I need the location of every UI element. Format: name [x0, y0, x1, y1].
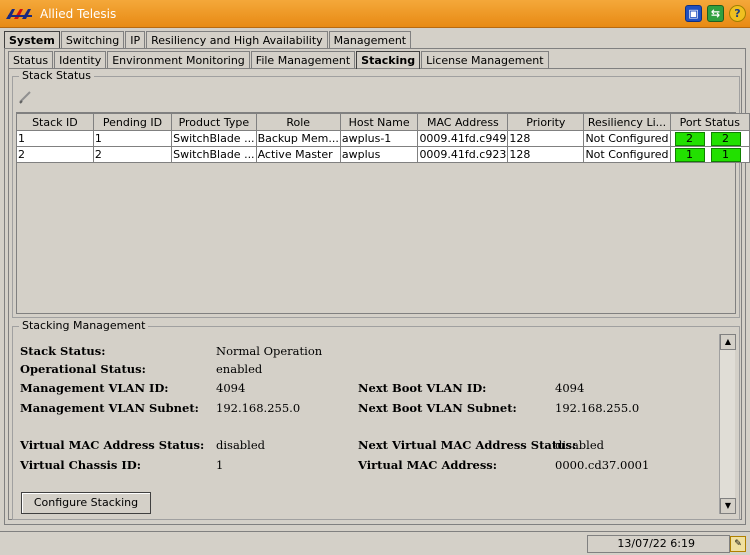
column-header[interactable]: Port Status: [669, 113, 750, 131]
cell-pending-id: 2: [92, 146, 173, 163]
next-boot-vlan-id-label: Next Boot VLAN ID:: [358, 381, 487, 395]
next-boot-vlan-subnet-value: 192.168.255.0: [555, 401, 640, 415]
configure-stacking-button[interactable]: Configure Stacking: [21, 492, 151, 514]
tab-stacking[interactable]: Stacking: [356, 51, 421, 69]
vmac-status-value: disabled: [216, 438, 266, 452]
mgmt-vlan-subnet-value: 192.168.255.0: [216, 401, 301, 415]
stack-table: Stack ID Pending ID Product Type Role Ho…: [16, 113, 750, 163]
column-header[interactable]: Product Type: [171, 113, 257, 131]
tab-file-management[interactable]: File Management: [250, 51, 356, 69]
table-header-row: Stack ID Pending ID Product Type Role Ho…: [16, 113, 750, 131]
tab-system[interactable]: System: [4, 31, 60, 48]
notification-icon[interactable]: ✎: [730, 536, 746, 552]
cell-host-name: awplus: [339, 146, 419, 163]
management-scrollbar[interactable]: ▲ ▼: [719, 334, 736, 514]
stack-status-group-label: Stack Status: [19, 69, 95, 82]
next-boot-vlan-id-value: 4094: [555, 381, 585, 395]
stack-status-value: Normal Operation: [216, 344, 323, 358]
port-status-indicator: 1: [710, 147, 741, 162]
port-status-indicator: 1: [674, 147, 705, 162]
scroll-down-icon[interactable]: ▼: [720, 498, 736, 514]
column-header[interactable]: MAC Address: [417, 113, 509, 131]
status-bar: 13/07/22 6:19 ✎: [0, 531, 750, 555]
cell-product-type: SwitchBlade ...: [171, 146, 257, 163]
cell-resiliency: Not Configured: [583, 146, 671, 163]
stacking-management-group-label: Stacking Management: [19, 319, 149, 332]
cell-resiliency: Not Configured: [583, 130, 671, 147]
next-boot-vlan-subnet-label: Next Boot VLAN Subnet:: [358, 401, 517, 415]
vmac-value: 0000.cd37.0001: [555, 458, 650, 472]
tab-environment-monitoring[interactable]: Environment Monitoring: [107, 51, 250, 69]
port-status-indicator: 2: [674, 131, 705, 146]
top-tab-bar: System Switching IP Resiliency and High …: [4, 31, 412, 49]
stack-status-label: Stack Status:: [20, 344, 106, 358]
network-icon[interactable]: ⇆: [707, 5, 724, 22]
column-header[interactable]: Stack ID: [16, 113, 94, 131]
column-header[interactable]: Priority: [507, 113, 585, 131]
column-header[interactable]: Pending ID: [92, 113, 173, 131]
scroll-up-icon[interactable]: ▲: [720, 334, 736, 350]
operational-status-label: Operational Status:: [20, 362, 146, 376]
table-row[interactable]: 1 1 SwitchBlade ... Backup Mem... awplus…: [16, 130, 750, 147]
status-datetime: 13/07/22 6:19: [587, 535, 730, 553]
vmac-status-label: Virtual MAC Address Status:: [20, 438, 205, 452]
cell-host-name: awplus-1: [339, 130, 419, 147]
tab-resiliency[interactable]: Resiliency and High Availability: [146, 31, 328, 48]
column-header[interactable]: Host Name: [339, 113, 419, 131]
save-icon[interactable]: ▣: [685, 5, 702, 22]
tab-management[interactable]: Management: [328, 31, 412, 48]
chassis-id-value: 1: [216, 458, 224, 472]
port-status-indicator: 2: [710, 131, 741, 146]
allied-telesis-logo: [6, 8, 36, 20]
app-title: Allied Telesis: [40, 6, 117, 21]
column-header[interactable]: Role: [255, 113, 341, 131]
cell-priority: 128: [507, 146, 585, 163]
vmac-label: Virtual MAC Address:: [358, 458, 498, 472]
mgmt-vlan-subnet-label: Management VLAN Subnet:: [20, 401, 199, 415]
tab-switching[interactable]: Switching: [60, 31, 125, 48]
cell-mac: 0009.41fd.c949: [417, 130, 509, 147]
cell-product-type: SwitchBlade ...: [171, 130, 257, 147]
cell-role: Backup Mem...: [255, 130, 341, 147]
chassis-id-label: Virtual Chassis ID:: [20, 458, 142, 472]
column-header[interactable]: Resiliency Li...: [583, 113, 671, 131]
cell-stack-id: 2: [16, 146, 94, 163]
cell-pending-id: 1: [92, 130, 173, 147]
help-icon[interactable]: ?: [729, 5, 746, 22]
cell-stack-id: 1: [16, 130, 94, 147]
cell-priority: 128: [507, 130, 585, 147]
next-vmac-status-value: disabled: [555, 438, 605, 452]
tab-ip[interactable]: IP: [125, 31, 146, 48]
cell-port-status: 11: [669, 146, 750, 163]
tab-status[interactable]: Status: [8, 51, 54, 69]
cell-mac: 0009.41fd.c923: [417, 146, 509, 163]
mgmt-vlan-id-value: 4094: [216, 381, 246, 395]
edit-icon[interactable]: [18, 89, 34, 105]
cell-port-status: 22: [669, 130, 750, 147]
next-vmac-status-label: Next Virtual MAC Address Status:: [358, 438, 577, 452]
sub-tab-bar: Status Identity Environment Monitoring F…: [8, 51, 550, 69]
table-row[interactable]: 2 2 SwitchBlade ... Active Master awplus…: [16, 146, 750, 163]
cell-role: Active Master: [255, 146, 341, 163]
mgmt-vlan-id-label: Management VLAN ID:: [20, 381, 169, 395]
stacking-management-group: Stacking Management: [12, 319, 740, 520]
tab-identity[interactable]: Identity: [54, 51, 107, 69]
tab-license-management[interactable]: License Management: [421, 51, 549, 69]
title-bar: Allied Telesis ▣ ⇆ ?: [0, 0, 750, 28]
operational-status-value: enabled: [216, 362, 263, 376]
